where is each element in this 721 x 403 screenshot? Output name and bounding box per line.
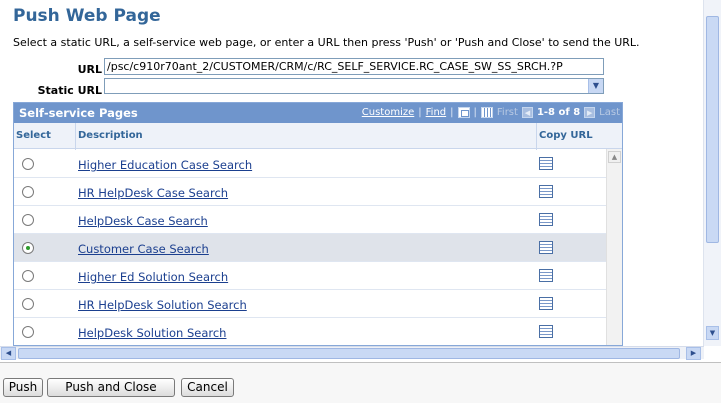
scroll-left-icon[interactable]: ◀ — [1, 347, 16, 360]
next-arrow-icon[interactable]: ▶ — [584, 107, 596, 118]
static-url-label: Static URL — [37, 84, 102, 97]
grid-download-icon[interactable] — [480, 107, 493, 118]
copy-url-icon[interactable] — [539, 157, 553, 170]
last-link[interactable]: Last — [599, 107, 620, 118]
horizontal-scrollbar[interactable]: ◀ ▶ — [0, 346, 704, 360]
url-label: URL — [77, 63, 102, 76]
button-bar: Push Push and Close Cancel — [0, 362, 721, 403]
table-row[interactable]: HR HelpDesk Case Search — [14, 178, 606, 206]
col-select[interactable]: Select — [16, 130, 51, 141]
zoom-icon[interactable] — [457, 107, 470, 118]
description-link[interactable]: HR HelpDesk Case Search — [78, 186, 228, 200]
copy-url-icon[interactable] — [539, 185, 553, 198]
table-row[interactable]: Higher Education Case Search — [14, 150, 606, 178]
self-service-grid: Self-service Pages Customize | Find | | … — [13, 102, 623, 346]
table-row[interactable]: Higher Ed Solution Search — [14, 262, 606, 290]
copy-url-icon[interactable] — [539, 241, 553, 254]
grid-vertical-scrollbar[interactable]: ▲ — [606, 149, 622, 345]
column-header-row: Select Description Copy URL — [14, 123, 622, 149]
description-link[interactable]: HelpDesk Solution Search — [78, 326, 226, 340]
push-and-close-button[interactable]: Push and Close — [47, 378, 175, 397]
page-scroll-thumb[interactable] — [706, 16, 719, 243]
customize-link[interactable]: Customize — [362, 107, 415, 118]
select-radio[interactable] — [22, 214, 34, 226]
scroll-up-icon[interactable]: ▲ — [608, 151, 621, 163]
static-url-select[interactable]: ▼ — [104, 78, 604, 94]
copy-url-icon[interactable] — [539, 213, 553, 226]
first-link[interactable]: First — [497, 107, 518, 118]
scroll-right-icon[interactable]: ▶ — [686, 347, 701, 360]
description-link[interactable]: HelpDesk Case Search — [78, 214, 208, 228]
scroll-down-icon[interactable]: ▼ — [706, 326, 719, 340]
col-copy-url[interactable]: Copy URL — [539, 130, 593, 141]
instructions-text: Select a static URL, a self-service web … — [13, 36, 640, 49]
table-row[interactable]: HelpDesk Solution Search — [14, 318, 606, 345]
grid-nav: Customize | Find | | First ◀ 1-8 of 8 ▶ … — [361, 107, 620, 118]
select-radio[interactable] — [22, 186, 34, 198]
select-radio[interactable] — [22, 270, 34, 282]
grid-title: Self-service Pages — [19, 106, 138, 120]
grid-header: Self-service Pages Customize | Find | | … — [14, 103, 622, 123]
push-button[interactable]: Push — [3, 378, 43, 397]
description-link[interactable]: HR HelpDesk Solution Search — [78, 298, 247, 312]
col-description[interactable]: Description — [78, 130, 143, 141]
select-radio[interactable] — [22, 242, 34, 254]
cancel-button[interactable]: Cancel — [181, 378, 234, 397]
copy-url-icon[interactable] — [539, 269, 553, 282]
description-link[interactable]: Customer Case Search — [78, 242, 209, 256]
select-radio[interactable] — [22, 158, 34, 170]
chevron-down-icon[interactable]: ▼ — [588, 79, 603, 93]
select-radio[interactable] — [22, 298, 34, 310]
horizontal-scroll-thumb[interactable] — [18, 348, 680, 359]
find-link[interactable]: Find — [426, 107, 447, 118]
description-link[interactable]: Higher Education Case Search — [78, 158, 252, 172]
copy-url-icon[interactable] — [539, 325, 553, 338]
copy-url-icon[interactable] — [539, 297, 553, 310]
description-link[interactable]: Higher Ed Solution Search — [78, 270, 228, 284]
select-radio[interactable] — [22, 326, 34, 338]
row-range: 1-8 of 8 — [536, 107, 581, 118]
prev-arrow-icon[interactable]: ◀ — [521, 107, 533, 118]
table-row[interactable]: Customer Case Search — [14, 234, 606, 262]
table-row[interactable]: HelpDesk Case Search — [14, 206, 606, 234]
url-input[interactable]: /psc/c910r70ant_2/CUSTOMER/CRM/c/RC_SELF… — [104, 58, 604, 75]
page-vertical-scrollbar[interactable]: ▼ — [703, 0, 721, 346]
page-title: Push Web Page — [13, 6, 161, 26]
table-row[interactable]: HR HelpDesk Solution Search — [14, 290, 606, 318]
